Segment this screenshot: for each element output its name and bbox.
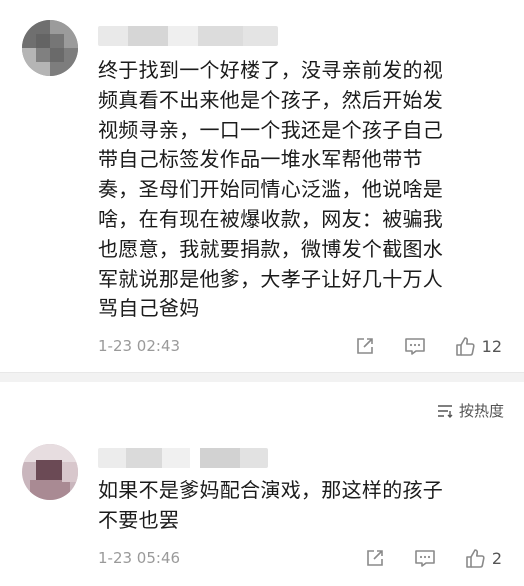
avatar[interactable] [22, 20, 78, 76]
comment-text: 如果不是爹妈配合演戏，那这样的孩子 不要也罢 [98, 478, 444, 532]
section-divider [0, 372, 524, 382]
comment-time: 1-23 05:46 [98, 549, 181, 567]
thumbs-up-icon[interactable] [464, 547, 486, 569]
thumbs-up-icon[interactable] [454, 335, 476, 357]
comment-icon[interactable] [404, 335, 426, 357]
sort-bar: 按热度 [0, 382, 524, 432]
comment-actions: 2 [364, 545, 502, 571]
sort-icon [437, 404, 453, 418]
username-blurred[interactable] [98, 448, 268, 468]
avatar[interactable] [22, 444, 78, 500]
comment-footer: 1-23 05:46 2 [98, 545, 502, 571]
comment-item: 终于找到一个好楼了，没寻亲前发的视 频真看不出来他是个孩子，然后开始发 视频寻亲… [0, 0, 524, 372]
sort-by-hot-button[interactable]: 按热度 [437, 400, 504, 421]
comment-actions: 12 [354, 333, 502, 359]
share-icon[interactable] [364, 547, 386, 569]
share-icon[interactable] [354, 335, 376, 357]
like-count: 2 [491, 548, 502, 568]
like-count: 12 [481, 336, 502, 356]
comment-icon[interactable] [414, 547, 436, 569]
comment-time: 1-23 02:43 [98, 337, 181, 355]
sort-label: 按热度 [458, 402, 504, 420]
comment-footer: 1-23 02:43 12 [98, 333, 502, 359]
comment-text: 终于找到一个好楼了，没寻亲前发的视 频真看不出来他是个孩子，然后开始发 视频寻亲… [98, 58, 444, 321]
username-blurred[interactable] [98, 26, 278, 46]
comment-item: 如果不是爹妈配合演戏，那这样的孩子 不要也罢 1-23 05:46 2 [0, 432, 524, 586]
